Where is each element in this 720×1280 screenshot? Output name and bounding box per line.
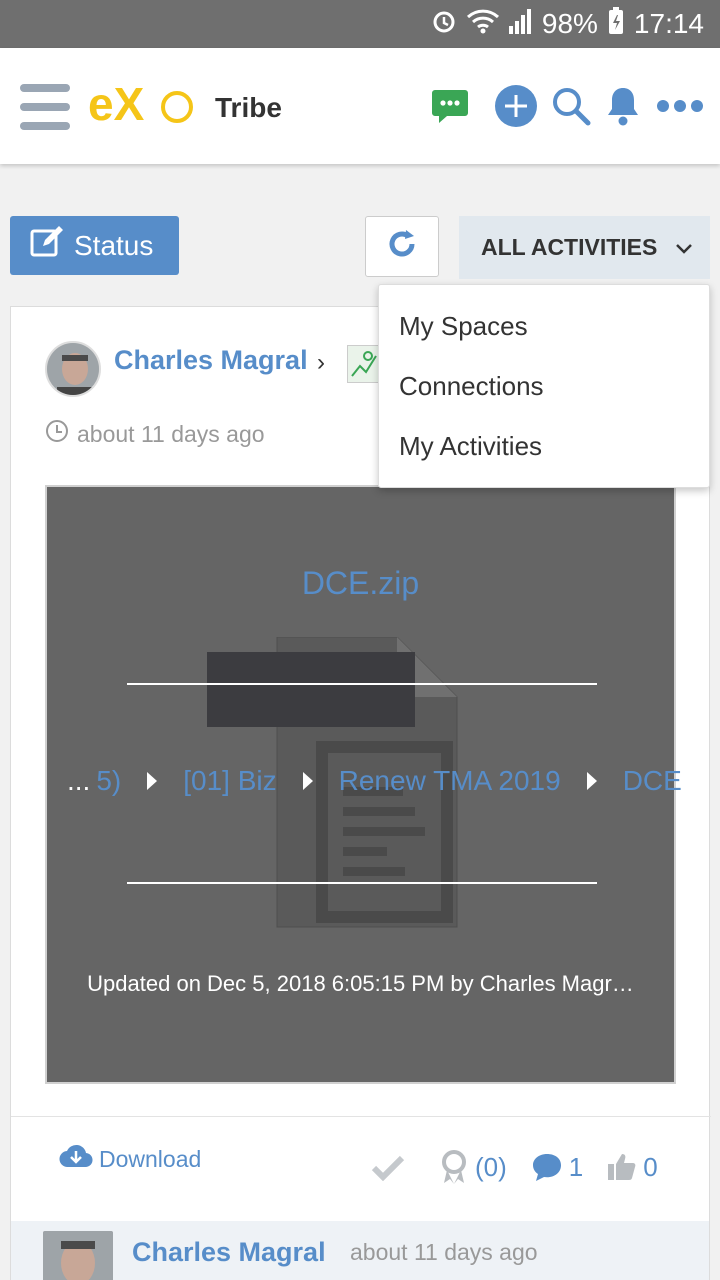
add-icon[interactable] xyxy=(494,84,538,128)
file-breadcrumb: ... 5) [01] Biz Renew TMA 2019 DCE xyxy=(67,765,682,797)
clock: 17:14 xyxy=(633,8,704,39)
download-label: Download xyxy=(99,1145,202,1172)
menu-item-my-activities[interactable]: My Activities xyxy=(399,431,542,462)
brand-logo[interactable]: eX xyxy=(88,76,198,132)
refresh-icon xyxy=(386,228,418,265)
divider-line xyxy=(127,882,597,884)
signal-icon xyxy=(508,8,532,41)
activity-filter-menu: My Spaces Connections My Activities xyxy=(378,284,710,488)
file-updated-info: Updated on Dec 5, 2018 6:05:15 PM by Cha… xyxy=(87,971,634,996)
activity-filter-label: ALL ACTIVITIES xyxy=(481,234,658,260)
exo-logo-icon: eX xyxy=(88,78,193,130)
space-avatar[interactable] xyxy=(347,345,381,383)
chat-icon[interactable] xyxy=(430,84,470,128)
breadcrumb-item[interactable]: Renew TMA 2019 xyxy=(339,765,561,797)
caret-right-icon xyxy=(586,772,597,790)
file-preview[interactable]: DCE.zip ... 5) [01] Biz Renew TMA 2019 D… xyxy=(45,485,682,1084)
comment-author-name[interactable]: Charles Magral xyxy=(132,1237,326,1268)
comment-item: Charles Magral about 11 days ago xyxy=(11,1221,709,1280)
breadcrumb-item[interactable]: DCE xyxy=(623,765,682,797)
clock-icon xyxy=(45,419,69,449)
caret-right-icon xyxy=(302,772,313,790)
check-icon xyxy=(371,1155,405,1181)
more-options-icon[interactable] xyxy=(656,84,704,128)
status-button-label: Status xyxy=(74,229,154,261)
card-divider xyxy=(11,1116,711,1117)
comment-button[interactable]: 1 xyxy=(531,1152,583,1183)
file-name[interactable]: DCE.zip xyxy=(47,565,674,602)
breadcrumb-item[interactable]: 5) xyxy=(96,765,121,797)
caret-right-icon xyxy=(147,772,158,790)
comment-timestamp: about 11 days ago xyxy=(350,1239,538,1265)
cloud-download-icon xyxy=(59,1143,93,1175)
commenter-avatar[interactable] xyxy=(43,1231,113,1280)
menu-item-my-spaces[interactable]: My Spaces xyxy=(399,311,528,342)
status-button[interactable]: Status xyxy=(10,216,179,275)
thumbs-up-icon xyxy=(608,1154,636,1180)
activity-filter-dropdown[interactable]: ALL ACTIVITIES xyxy=(459,216,710,279)
svg-text:eX: eX xyxy=(88,78,145,130)
menu-item-connections[interactable]: Connections xyxy=(399,371,544,402)
menu-icon[interactable] xyxy=(20,84,70,130)
battery-percent: 98% xyxy=(541,8,598,39)
divider-line xyxy=(127,683,597,685)
edit-icon xyxy=(30,225,64,266)
app-header: eX Tribe xyxy=(0,48,720,164)
activity-author-name[interactable]: Charles Magral xyxy=(114,345,308,376)
alarm-icon xyxy=(430,7,458,42)
comment-icon xyxy=(532,1154,561,1181)
author-avatar[interactable] xyxy=(45,341,101,397)
wifi-icon xyxy=(466,8,500,41)
chevron-down-icon xyxy=(675,234,693,261)
search-icon[interactable] xyxy=(550,84,592,128)
breadcrumb-ellipsis: ... xyxy=(67,765,91,796)
breadcrumb-item[interactable]: [01] Biz xyxy=(183,765,276,797)
battery-icon xyxy=(608,6,624,42)
mark-done-button[interactable] xyxy=(371,1153,405,1181)
activity-time-text: about 11 days ago xyxy=(77,420,265,447)
like-count: 0 xyxy=(643,1151,658,1182)
activity-actions: (0) 1 0 xyxy=(371,1149,658,1185)
activity-timestamp: about 11 days ago xyxy=(45,419,265,449)
comment-count: 1 xyxy=(568,1151,584,1182)
like-button[interactable]: 0 xyxy=(607,1151,658,1183)
network-name: Tribe xyxy=(215,92,282,123)
download-link[interactable]: Download xyxy=(59,1143,201,1175)
status-icons xyxy=(430,7,532,42)
notifications-bell-icon[interactable] xyxy=(604,84,642,128)
refresh-button[interactable] xyxy=(365,216,439,277)
award-icon xyxy=(442,1150,466,1184)
kudos-button[interactable]: (0) xyxy=(439,1149,507,1185)
kudos-count: (0) xyxy=(475,1151,507,1182)
system-status-bar: 98% 17:14 xyxy=(0,0,720,48)
chevron-right-icon: › xyxy=(317,349,325,376)
activity-toolbar: Status ALL ACTIVITIES xyxy=(0,216,720,279)
